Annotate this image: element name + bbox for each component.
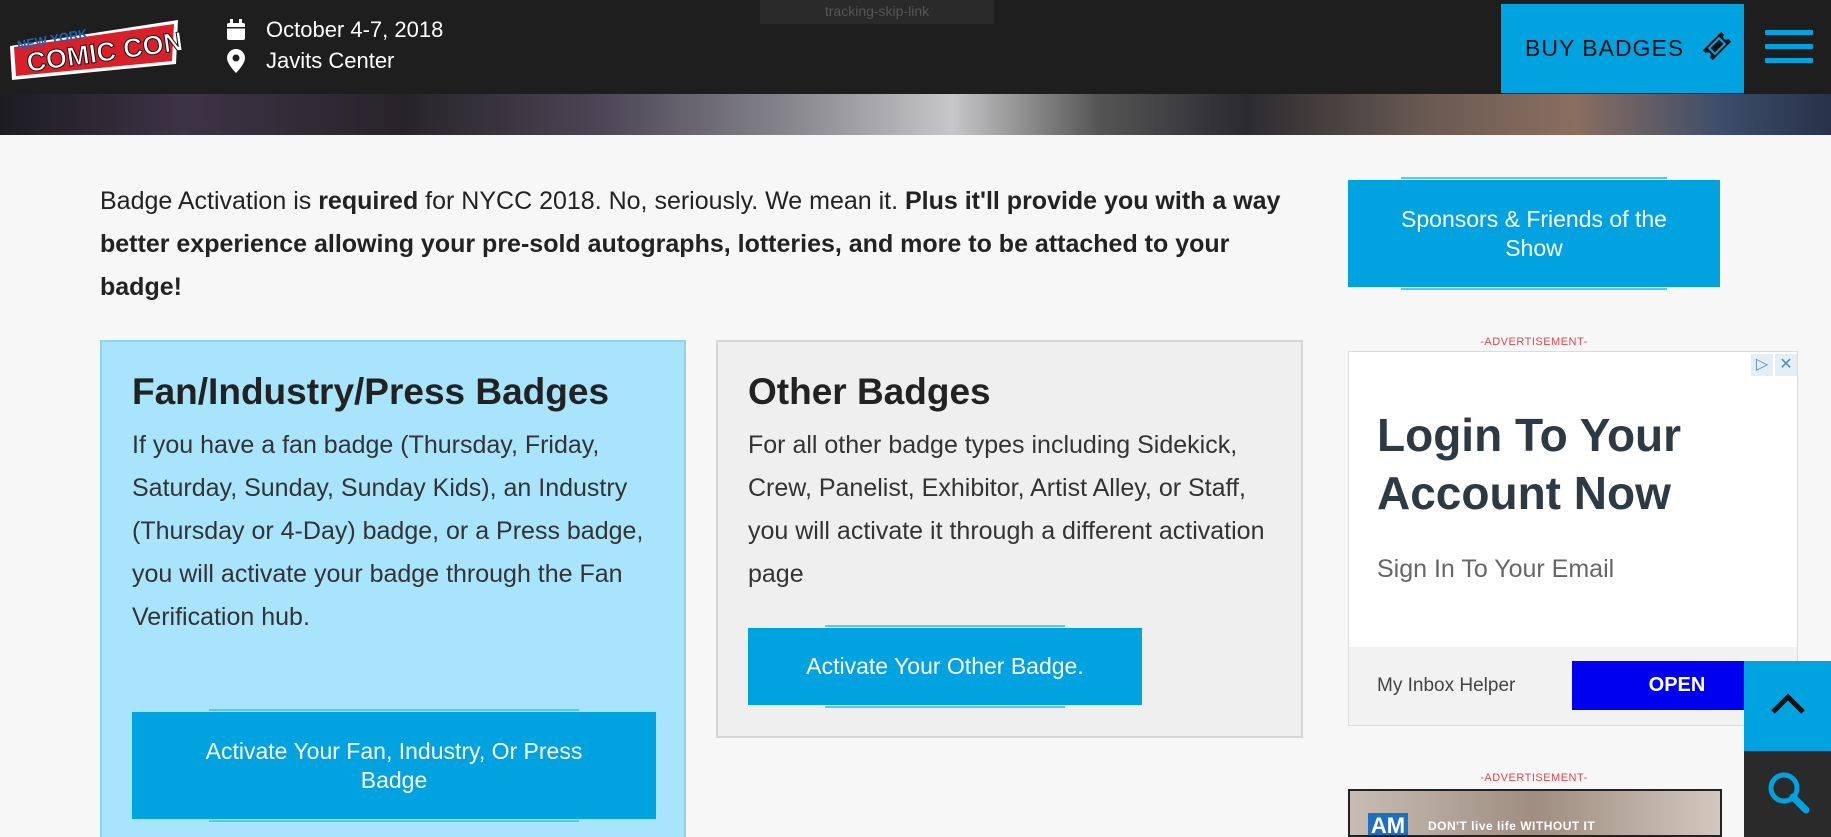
ad-content: ▷ ✕ Login To Your Account Now Sign In To… bbox=[1349, 352, 1797, 647]
search-button[interactable] bbox=[1744, 751, 1831, 837]
ad-subtitle: Sign In To Your Email bbox=[1377, 555, 1615, 583]
scroll-to-top-button[interactable] bbox=[1744, 661, 1831, 751]
event-info: October 4-7, 2018 Javits Center bbox=[224, 14, 443, 76]
advertisement-login[interactable]: ▷ ✕ Login To Your Account Now Sign In To… bbox=[1348, 351, 1798, 726]
activate-other-badge-button[interactable]: Activate Your Other Badge. bbox=[748, 625, 1142, 708]
ad-title: Login To Your Account Now bbox=[1377, 409, 1682, 519]
ad-choices-icon[interactable]: ▷ bbox=[1751, 354, 1773, 376]
fan-badges-card: Fan/Industry/Press Badges If you have a … bbox=[100, 340, 686, 837]
advertisement-label-2: -ADVERTISEMENT- bbox=[1480, 772, 1588, 784]
event-venue: Javits Center bbox=[266, 47, 395, 73]
nycc-logo[interactable]: NEW YORK COMIC CON bbox=[6, 16, 185, 82]
ticket-icon bbox=[1702, 31, 1732, 67]
event-venue-row: Javits Center bbox=[224, 45, 443, 76]
ad-choices[interactable]: ▷ ✕ bbox=[1749, 354, 1797, 376]
chevron-up-icon bbox=[1770, 692, 1806, 720]
other-badges-card: Other Badges For all other badge types i… bbox=[716, 340, 1303, 738]
top-navigation-bar: NEW YORK COMIC CON tracking-skip-link Oc… bbox=[0, 0, 1831, 94]
hero-image-strip bbox=[0, 94, 1831, 135]
event-date: October 4-7, 2018 bbox=[266, 16, 444, 42]
ad-advertiser-name: My Inbox Helper bbox=[1377, 675, 1516, 696]
search-icon bbox=[1766, 770, 1810, 819]
skip-link[interactable]: tracking-skip-link bbox=[760, 0, 994, 24]
activate-fan-badge-button[interactable]: Activate Your Fan, Industry, Or Press Ba… bbox=[132, 709, 656, 822]
sponsors-button[interactable]: Sponsors & Friends of the Show bbox=[1348, 177, 1720, 290]
other-badges-title: Other Badges bbox=[748, 371, 991, 412]
ad-close-icon[interactable]: ✕ bbox=[1775, 354, 1797, 376]
hamburger-menu-icon[interactable] bbox=[1765, 30, 1813, 68]
other-badges-description: For all other badge types including Side… bbox=[748, 431, 1265, 588]
fan-badges-description: If you have a fan badge (Thursday, Frida… bbox=[132, 431, 644, 631]
fan-badges-title: Fan/Industry/Press Badges bbox=[132, 371, 610, 412]
calendar-icon bbox=[224, 18, 248, 42]
ad-brand-logo: AM bbox=[1368, 813, 1408, 835]
event-date-row: October 4-7, 2018 bbox=[224, 14, 443, 45]
advertisement-label: -ADVERTISEMENT- bbox=[1480, 336, 1588, 348]
location-pin-icon bbox=[224, 48, 248, 73]
advertisement-banner[interactable]: AM DON'T live life WITHOUT IT bbox=[1348, 789, 1722, 837]
intro-text: Badge Activation is required for NYCC 20… bbox=[100, 187, 1281, 301]
ad-tagline: DON'T live life WITHOUT IT bbox=[1428, 819, 1596, 833]
buy-badges-button[interactable]: BUY BADGES bbox=[1501, 4, 1744, 93]
buy-badges-label: BUY BADGES bbox=[1525, 35, 1685, 61]
